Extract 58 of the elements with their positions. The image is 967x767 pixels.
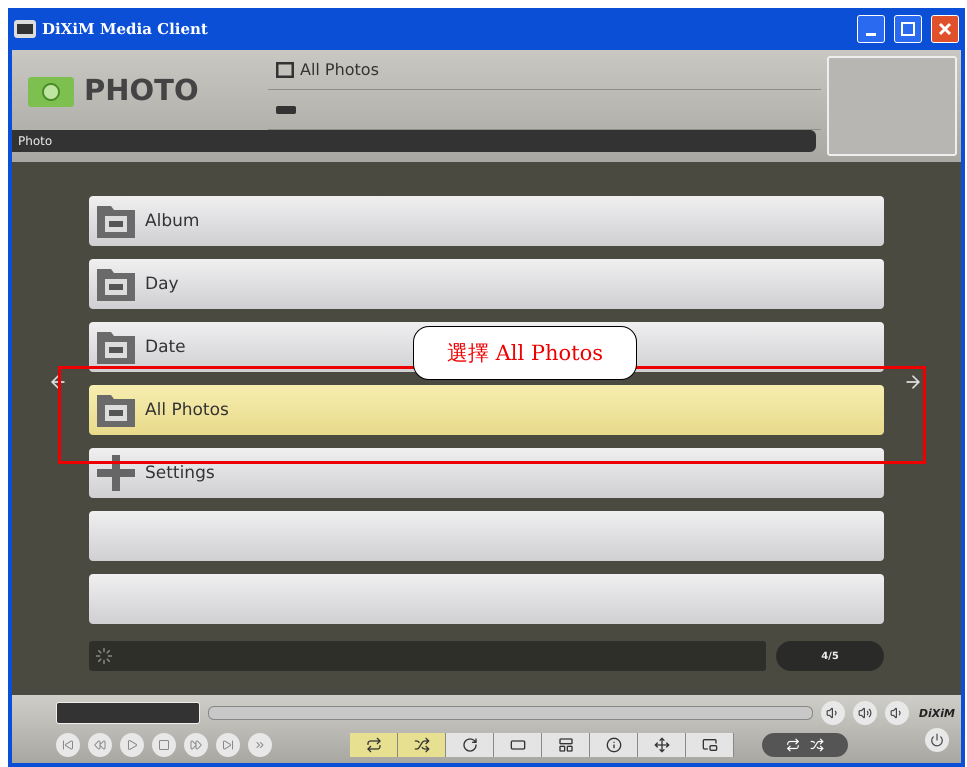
- volume-up-button[interactable]: [852, 701, 877, 725]
- bar-icon: [276, 106, 296, 114]
- menu-item[interactable]: Album: [89, 196, 884, 246]
- repeat-button[interactable]: [350, 733, 398, 757]
- window-title: DiXiM Media Client: [42, 20, 209, 38]
- move-icon: [654, 737, 670, 753]
- plus-icon: [95, 453, 137, 493]
- power-button[interactable]: [924, 728, 949, 752]
- play-pause-button[interactable]: [120, 733, 144, 757]
- minimize-icon: [866, 32, 876, 36]
- maximize-icon: [901, 22, 915, 36]
- stop-button[interactable]: [152, 733, 176, 757]
- double-chevron-icon: [254, 739, 266, 751]
- minimize-button[interactable]: [857, 15, 885, 43]
- menu-item[interactable]: Day: [89, 259, 884, 309]
- menu-item[interactable]: Settings: [89, 448, 884, 498]
- mute-button[interactable]: [884, 701, 909, 725]
- picture-in-picture-icon: [702, 737, 718, 753]
- rewind-button[interactable]: [88, 733, 112, 757]
- repeat-icon: [786, 738, 800, 752]
- menu-item[interactable]: All Photos: [89, 385, 884, 435]
- shuffle-button[interactable]: [398, 733, 446, 757]
- skip-forward-icon: [222, 739, 234, 751]
- app-icon: [14, 20, 36, 38]
- stop-icon: [158, 739, 170, 751]
- maximize-button[interactable]: [894, 15, 922, 43]
- fast-forward-button[interactable]: [184, 733, 208, 757]
- info-button[interactable]: [590, 733, 638, 757]
- skip-forward-button[interactable]: [216, 733, 240, 757]
- callout-tooltip: 選擇 All Photos: [413, 326, 637, 380]
- path-label: All Photos: [300, 60, 379, 79]
- loading-icon: [95, 647, 113, 665]
- shuffle-icon: [414, 737, 430, 753]
- picture-in-picture-button[interactable]: [686, 733, 734, 757]
- layout-icon: [558, 737, 574, 753]
- repeat-shuffle-button[interactable]: [762, 733, 848, 757]
- skip-back-button[interactable]: [56, 733, 80, 757]
- layout-button[interactable]: [542, 733, 590, 757]
- close-icon: [938, 22, 952, 36]
- repeat-icon: [366, 737, 382, 753]
- rewind-icon: [94, 739, 106, 751]
- move-button[interactable]: [638, 733, 686, 757]
- brand-logo: DiXiM: [918, 706, 955, 720]
- info-icon: [606, 737, 622, 753]
- fullscreen-button[interactable]: [494, 733, 542, 757]
- shuffle-icon: [810, 738, 824, 752]
- play-pause-icon: [126, 739, 138, 751]
- skip-back-icon: [62, 739, 74, 751]
- rotate-button[interactable]: [446, 733, 494, 757]
- rotate-icon: [462, 737, 478, 753]
- power-icon: [930, 732, 944, 746]
- speaker-icon: [858, 706, 872, 720]
- volume-down-button[interactable]: [820, 701, 845, 725]
- breadcrumb-text: Photo: [18, 134, 52, 148]
- close-button[interactable]: [931, 15, 959, 43]
- page-indicator: 4/5: [776, 641, 884, 671]
- section-title: PHOTO: [84, 73, 199, 107]
- fast-forward-icon: [190, 739, 202, 751]
